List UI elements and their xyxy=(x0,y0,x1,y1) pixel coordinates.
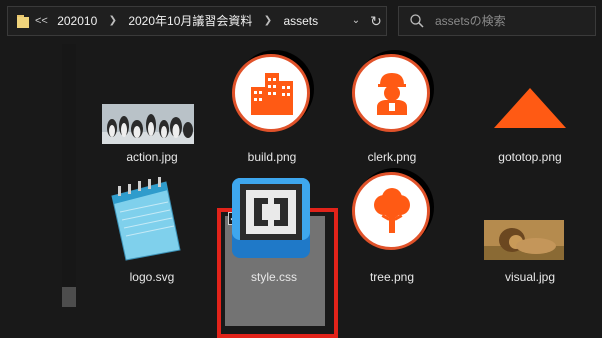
file-item-build[interactable]: build.png xyxy=(220,52,324,164)
refresh-icon[interactable]: ↻ xyxy=(368,7,384,35)
penguins-photo-thumbnail xyxy=(102,104,194,144)
file-name: build.png xyxy=(247,150,297,164)
toolbar: << 202010 ❯ 2020年10月議習会資料 ❯ assets ⌄ ↻ xyxy=(0,0,602,44)
triangle-icon-thumbnail xyxy=(494,88,566,128)
scrollbar-track[interactable] xyxy=(62,44,76,307)
file-item-gototop[interactable]: gototop.png xyxy=(478,52,582,164)
file-name: clerk.png xyxy=(367,150,417,164)
file-item-clerk[interactable]: clerk.png xyxy=(340,52,444,164)
scrollbar-thumb[interactable] xyxy=(62,287,76,307)
chevron-right-icon[interactable]: ❯ xyxy=(264,7,272,35)
building-icon-thumbnail xyxy=(232,54,310,132)
tree-icon-thumbnail xyxy=(352,172,430,250)
file-name: visual.jpg xyxy=(504,270,556,284)
brackets-icon-thumbnail xyxy=(232,178,310,258)
chevron-right-icon[interactable]: ❯ xyxy=(109,7,117,35)
file-name: style.css xyxy=(250,270,297,284)
file-item-action[interactable]: action.jpg xyxy=(100,52,204,164)
file-item-logo[interactable]: logo.svg xyxy=(100,172,204,284)
file-name: action.jpg xyxy=(126,150,178,164)
file-view: action.jpg build.png clerk.png gototop.p… xyxy=(0,44,602,338)
worker-icon xyxy=(377,73,407,115)
file-name: tree.png xyxy=(369,270,415,284)
breadcrumb-item-202010[interactable]: 202010 xyxy=(57,7,97,35)
search-box[interactable] xyxy=(398,6,596,36)
file-item-tree[interactable]: tree.png xyxy=(340,172,444,284)
file-name: logo.svg xyxy=(129,270,175,284)
address-bar[interactable]: << 202010 ❯ 2020年10月議習会資料 ❯ assets ⌄ ↻ xyxy=(7,6,387,36)
file-item-visual[interactable]: visual.jpg xyxy=(478,172,582,284)
breadcrumb-item-assets[interactable]: assets xyxy=(283,7,318,35)
file-name: gototop.png xyxy=(498,150,562,164)
folder-icon xyxy=(17,15,29,28)
tree-icon xyxy=(374,188,410,233)
chevron-down-icon[interactable]: ⌄ xyxy=(348,7,364,35)
breadcrumb: << 202010 ❯ 2020年10月議習会資料 ❯ assets xyxy=(35,7,318,35)
breadcrumb-overflow[interactable]: << xyxy=(35,7,48,35)
search-icon xyxy=(410,14,424,28)
file-item-style[interactable]: style.css xyxy=(222,172,326,284)
search-input[interactable] xyxy=(435,7,590,35)
lion-photo-thumbnail xyxy=(484,220,564,260)
notepad-icon-thumbnail xyxy=(111,177,181,261)
breadcrumb-item-meeting-materials[interactable]: 2020年10月議習会資料 xyxy=(128,7,252,35)
building-icon xyxy=(251,73,293,115)
worker-icon-thumbnail xyxy=(352,54,430,132)
